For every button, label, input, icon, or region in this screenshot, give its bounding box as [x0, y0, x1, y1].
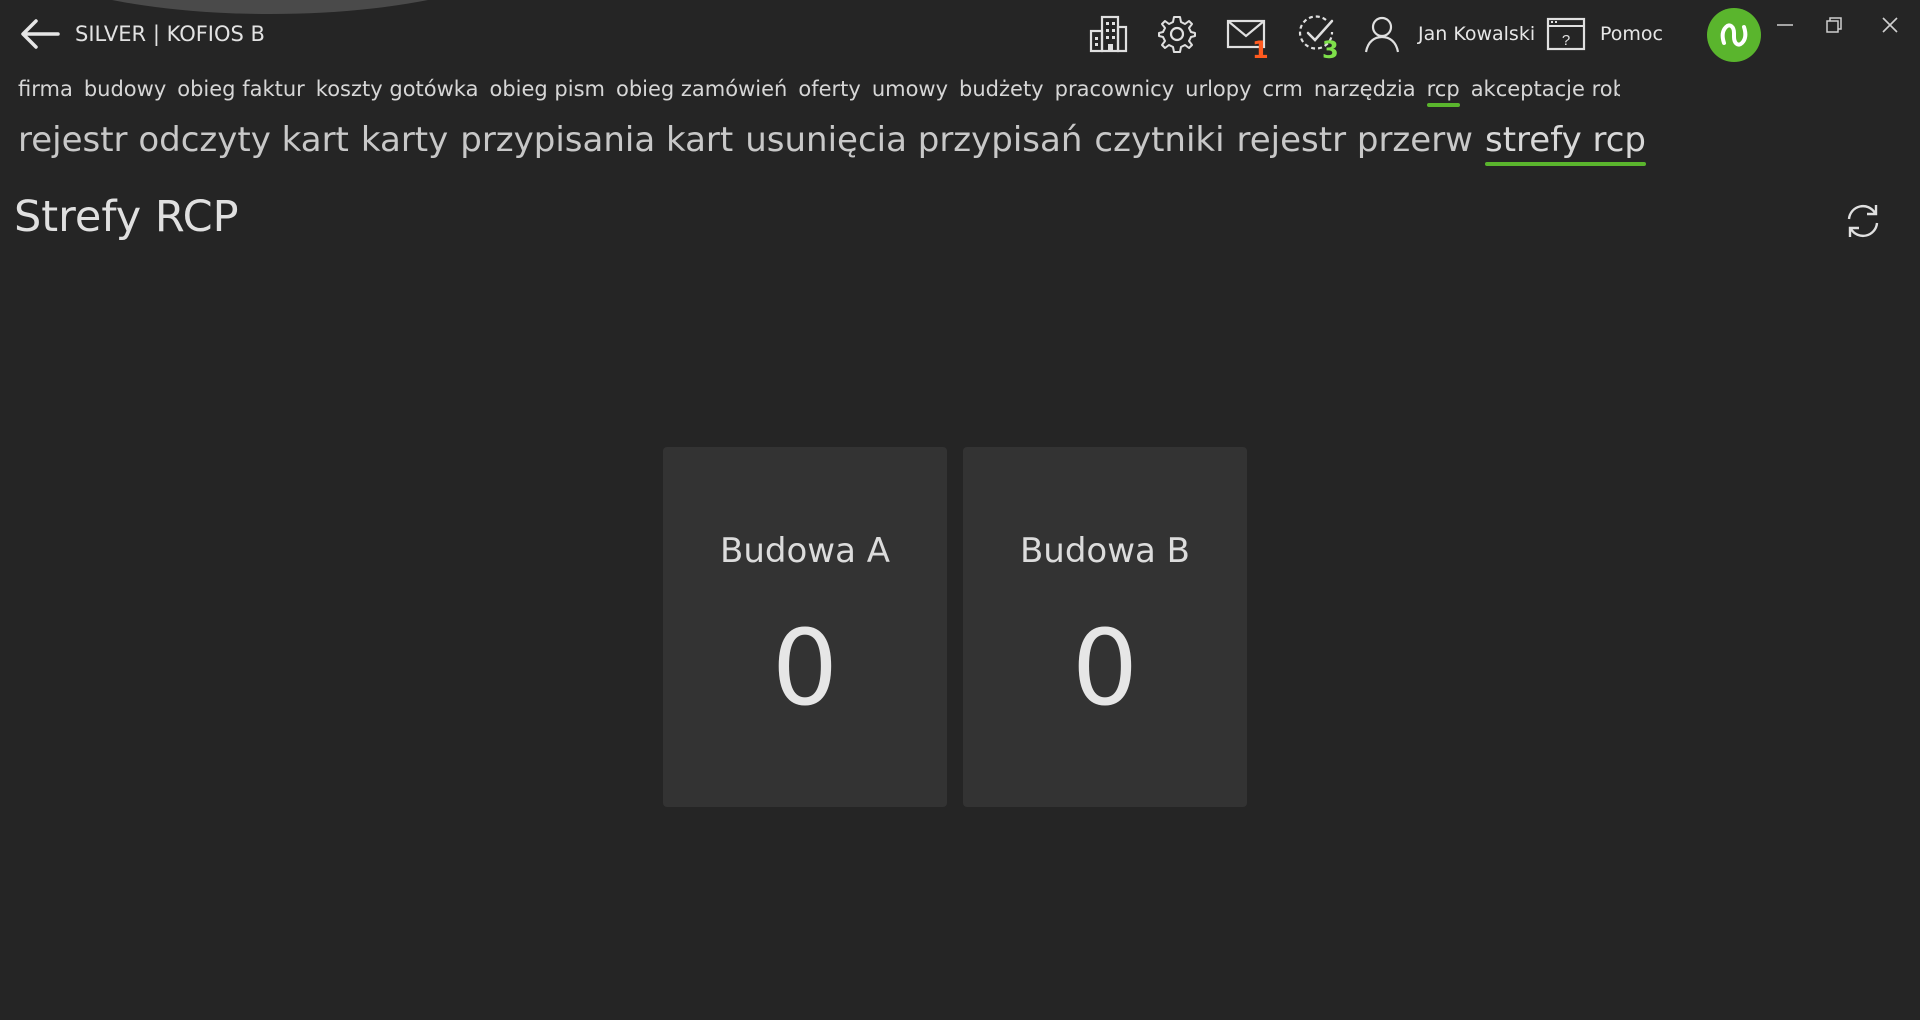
restore-icon [1826, 17, 1842, 33]
menu-item-umowy[interactable]: umowy [872, 77, 948, 107]
svg-text:?: ? [1562, 32, 1570, 49]
submenu-item-strefy-rcp[interactable]: strefy rcp [1485, 120, 1647, 166]
zone-tile[interactable]: Budowa A 0 [663, 447, 947, 807]
menu-item-obieg-pism[interactable]: obieg pism [489, 77, 605, 107]
zone-tile[interactable]: Budowa B 0 [963, 447, 1247, 807]
submenu-item-karty[interactable]: karty [361, 120, 448, 166]
tasks-badge: 3 [1322, 36, 1339, 64]
app-title: SILVER | KOFIOS B [75, 22, 265, 46]
help-label[interactable]: Pomoc [1600, 23, 1663, 45]
tasks-button[interactable]: 3 [1294, 12, 1339, 64]
user-icon [1364, 16, 1400, 53]
buildings-icon [1089, 15, 1128, 53]
submenu-item-rejestr-przerw[interactable]: rejestr przerw [1237, 120, 1473, 166]
menu-item-budzety[interactable]: budżety [959, 77, 1044, 107]
menu-item-obieg-faktur[interactable]: obieg faktur [177, 77, 305, 107]
submenu-item-rejestr-odczyty-kart[interactable]: rejestr odczyty kart [18, 120, 349, 166]
user-name[interactable]: Jan Kowalski [1418, 23, 1535, 45]
menu-item-urlopy[interactable]: urlopy [1185, 77, 1251, 107]
menu-item-crm[interactable]: crm [1263, 77, 1303, 107]
back-button[interactable] [18, 16, 62, 52]
minimize-button[interactable] [1765, 10, 1805, 40]
page-title: Strefy RCP [14, 192, 239, 242]
logo-icon [1720, 23, 1748, 47]
menu-item-firma[interactable]: firma [18, 77, 73, 107]
app-logo[interactable] [1707, 8, 1761, 62]
menu-item-pracownicy[interactable]: pracownicy [1055, 77, 1175, 107]
close-icon [1882, 17, 1898, 33]
menu-item-narzedzia[interactable]: narzędzia [1314, 77, 1416, 107]
zone-count: 0 [771, 607, 839, 729]
menu-item-oferty[interactable]: oferty [798, 77, 860, 107]
user-button[interactable] [1360, 12, 1404, 56]
menu-item-akceptacje-rob[interactable]: akceptacje rob [1471, 77, 1620, 107]
menu-item-rcp[interactable]: rcp [1426, 77, 1460, 107]
title-bar: SILVER | KOFIOS B 1 3 Jan Kowalski ? Pom… [0, 0, 1920, 70]
settings-button[interactable] [1155, 12, 1199, 56]
refresh-button[interactable] [1838, 198, 1888, 244]
minimize-icon [1777, 24, 1793, 26]
restore-button[interactable] [1814, 10, 1854, 40]
zone-count: 0 [1071, 607, 1139, 729]
refresh-icon [1847, 204, 1879, 238]
submenu-item-przypisania-kart[interactable]: przypisania kart [460, 120, 733, 166]
buildings-button[interactable] [1086, 12, 1130, 56]
zone-name: Budowa A [720, 531, 890, 571]
submenu-item-usuniecia-przypisan[interactable]: usunięcia przypisań [745, 120, 1082, 166]
menu-item-budowy[interactable]: budowy [84, 77, 166, 107]
gear-icon [1158, 16, 1196, 53]
back-arrow-icon [21, 19, 60, 49]
sub-menu: rejestr odczyty kart karty przypisania kar… [18, 120, 1658, 166]
menu-item-koszty-gotowka[interactable]: koszty gotówka [316, 77, 479, 107]
submenu-item-czytniki[interactable]: czytniki [1094, 120, 1224, 166]
zone-name: Budowa B [1019, 531, 1191, 571]
main-menu: firma budowy obieg faktur koszty gotówka obi… [18, 77, 1620, 107]
help-window-icon: ? [1546, 17, 1586, 51]
help-button[interactable]: ? [1544, 12, 1588, 56]
close-button[interactable] [1870, 10, 1910, 40]
menu-item-obieg-zamowien[interactable]: obieg zamówień [616, 77, 787, 107]
zone-tiles: Budowa A 0 Budowa B 0 [663, 447, 1247, 807]
messages-button[interactable]: 1 [1224, 12, 1269, 64]
mail-badge: 1 [1252, 36, 1269, 64]
